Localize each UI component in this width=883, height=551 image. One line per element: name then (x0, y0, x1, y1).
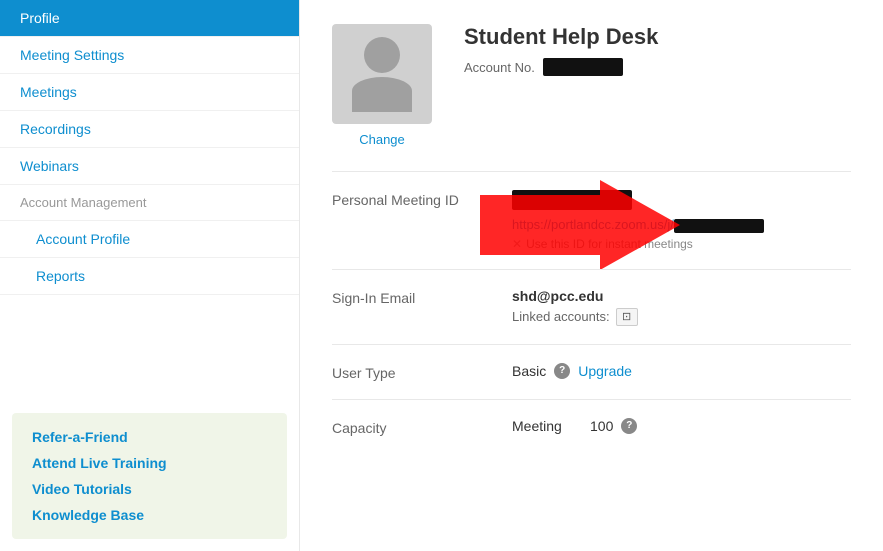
account-no-row: Account No. (464, 58, 851, 76)
user-type-section: User Type Basic ? Upgrade (332, 344, 851, 399)
sign-in-email-section: Sign-In Email shd@pcc.edu Linked account… (332, 269, 851, 344)
capacity-number: 100 (590, 418, 613, 434)
sidebar-resources: Refer-a-Friend Attend Live Training Vide… (12, 413, 287, 539)
sign-in-email-value: shd@pcc.edu Linked accounts: ⊡ (512, 288, 851, 326)
account-no-label: Account No. (464, 60, 535, 75)
sidebar-nav: Profile Meeting Settings Meetings Record… (0, 0, 299, 401)
sidebar-attend-live-training[interactable]: Attend Live Training (32, 455, 267, 471)
sidebar: Profile Meeting Settings Meetings Record… (0, 0, 300, 551)
user-type-basic: Basic (512, 363, 546, 379)
avatar-head (364, 37, 400, 73)
sidebar-item-recordings[interactable]: Recordings (0, 111, 299, 148)
sidebar-section-account-management: Account Management (0, 185, 299, 221)
capacity-row: Meeting 100 ? (512, 418, 851, 434)
meeting-id-redacted (512, 190, 632, 210)
linked-accounts-label: Linked accounts: (512, 309, 610, 324)
avatar-body (352, 77, 412, 112)
meeting-link[interactable]: https://portlandcc.zoom.us/j/ (512, 217, 851, 233)
upgrade-link[interactable]: Upgrade (578, 363, 632, 379)
user-type-value: Basic ? Upgrade (512, 363, 851, 379)
avatar (332, 24, 432, 124)
user-type-row: Basic ? Upgrade (512, 363, 851, 379)
user-type-info-icon[interactable]: ? (554, 363, 570, 379)
sidebar-item-meeting-settings[interactable]: Meeting Settings (0, 37, 299, 74)
linked-accounts-row: Linked accounts: ⊡ (512, 308, 851, 326)
sidebar-refer-friend[interactable]: Refer-a-Friend (32, 429, 267, 445)
profile-name: Student Help Desk (464, 24, 851, 50)
email-address: shd@pcc.edu (512, 288, 851, 304)
main-content: Change Student Help Desk Account No. Per… (300, 0, 883, 551)
sidebar-knowledge-base[interactable]: Knowledge Base (32, 507, 267, 523)
account-no-value (543, 58, 623, 76)
capacity-value: Meeting 100 ? (512, 418, 851, 434)
avatar-section: Change (332, 24, 432, 147)
profile-info: Student Help Desk Account No. (464, 24, 851, 76)
personal-meeting-id-section: Personal Meeting ID https://portlandcc.z… (332, 171, 851, 269)
sidebar-item-webinars[interactable]: Webinars (0, 148, 299, 185)
sidebar-item-profile[interactable]: Profile (0, 0, 299, 37)
linked-account-icon[interactable]: ⊡ (616, 308, 638, 326)
sidebar-item-reports[interactable]: Reports (0, 258, 299, 295)
profile-header: Change Student Help Desk Account No. (332, 24, 851, 147)
change-avatar-link[interactable]: Change (359, 132, 405, 147)
capacity-label: Capacity (332, 418, 512, 436)
use-id-row: ✕ Use this ID for instant meetings (512, 237, 851, 251)
user-type-label: User Type (332, 363, 512, 381)
avatar-figure (352, 37, 412, 112)
sidebar-item-account-profile[interactable]: Account Profile (0, 221, 299, 258)
personal-meeting-id-label: Personal Meeting ID (332, 190, 512, 208)
sign-in-email-label: Sign-In Email (332, 288, 512, 306)
use-id-text: Use this ID for instant meetings (526, 237, 693, 251)
capacity-type: Meeting (512, 418, 582, 434)
capacity-section: Capacity Meeting 100 ? (332, 399, 851, 454)
meeting-id-link-redacted (674, 219, 764, 233)
x-icon: ✕ (512, 237, 522, 251)
capacity-info-icon[interactable]: ? (621, 418, 637, 434)
personal-meeting-id-value: https://portlandcc.zoom.us/j/ ✕ Use this… (512, 190, 851, 251)
sidebar-item-meetings[interactable]: Meetings (0, 74, 299, 111)
sidebar-video-tutorials[interactable]: Video Tutorials (32, 481, 267, 497)
